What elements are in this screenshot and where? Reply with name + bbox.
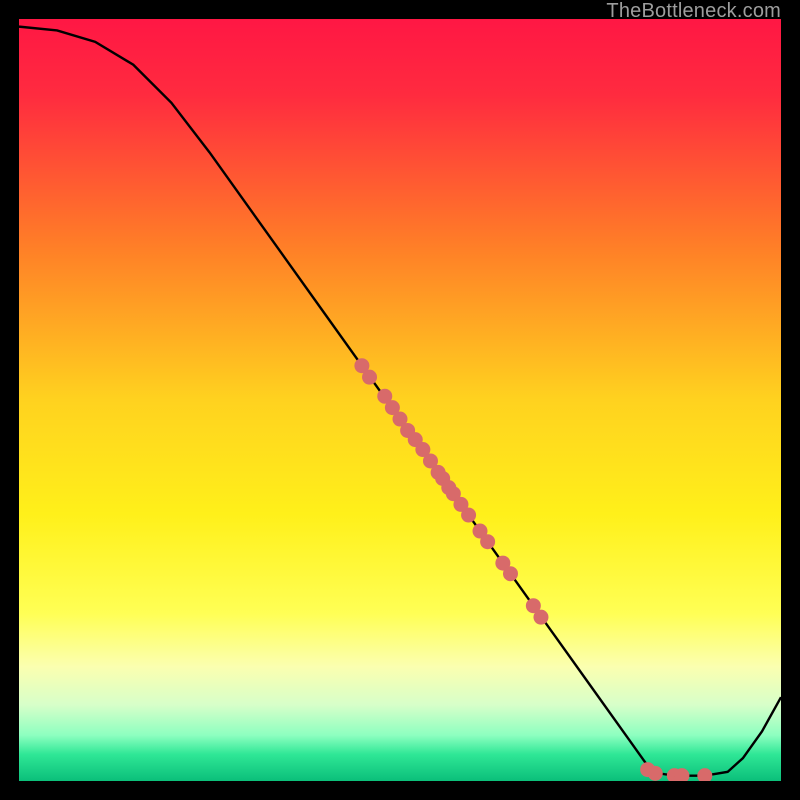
- data-marker: [461, 508, 476, 523]
- data-marker: [533, 610, 548, 625]
- chart-canvas: [19, 19, 781, 781]
- data-marker: [648, 766, 663, 781]
- data-marker: [362, 370, 377, 385]
- watermark-text: TheBottleneck.com: [606, 0, 781, 23]
- background-gradient: [19, 19, 781, 781]
- data-marker: [503, 566, 518, 581]
- data-marker: [480, 534, 495, 549]
- chart-frame: [19, 19, 781, 781]
